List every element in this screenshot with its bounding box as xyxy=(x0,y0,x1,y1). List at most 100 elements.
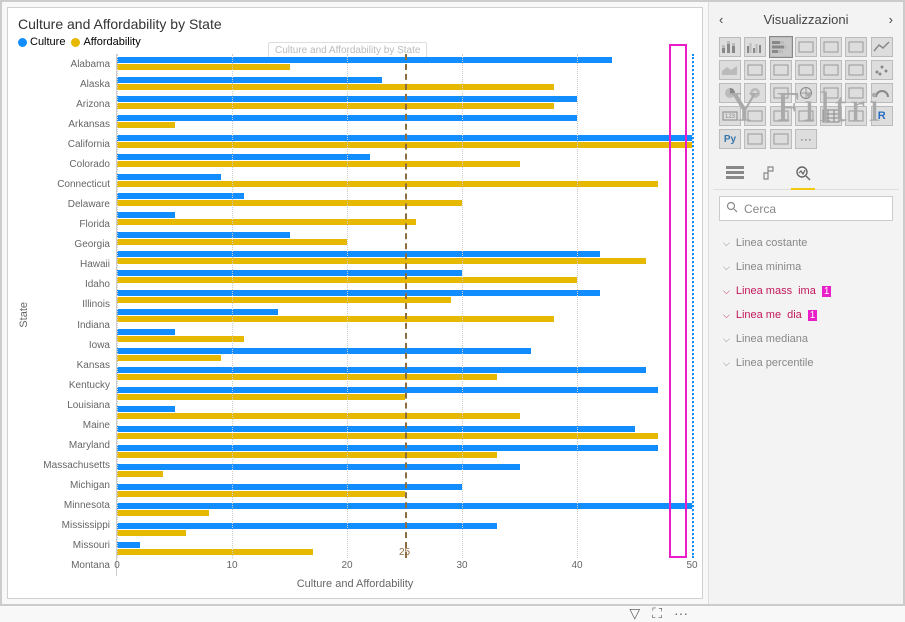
viz-treemap-icon[interactable] xyxy=(770,83,792,103)
viz-clustered-100-icon[interactable] xyxy=(845,37,867,57)
viz-kpi-icon[interactable] xyxy=(770,106,792,126)
viz-map-icon[interactable] xyxy=(795,83,817,103)
viz-gauge-icon[interactable] xyxy=(871,83,893,103)
bar[interactable] xyxy=(117,161,520,167)
bar[interactable] xyxy=(117,316,554,322)
accordion-item[interactable]: ⌵Linea mediana xyxy=(713,327,899,351)
viz-donut-icon[interactable] xyxy=(744,83,766,103)
viz-decomposition-icon[interactable] xyxy=(770,129,792,149)
bar[interactable] xyxy=(117,471,163,477)
bar[interactable] xyxy=(117,122,175,128)
viz-clustered-bar-icon[interactable] xyxy=(744,37,766,57)
collapse-icon[interactable]: ‹ xyxy=(719,12,723,27)
bar[interactable] xyxy=(117,200,462,206)
viz-stacked-bar-icon[interactable] xyxy=(719,37,741,57)
bar[interactable] xyxy=(117,219,416,225)
accordion-item[interactable]: ⌵Linea percentile xyxy=(713,351,899,375)
bar[interactable] xyxy=(117,452,497,458)
bar[interactable] xyxy=(117,549,313,555)
viz-multi-card-icon[interactable] xyxy=(744,106,766,126)
accordion-item[interactable]: ⌵Linea media1 xyxy=(713,303,899,327)
bar[interactable] xyxy=(117,103,554,109)
bar[interactable] xyxy=(117,426,635,432)
bar[interactable] xyxy=(117,64,290,70)
viz-ribbon-icon[interactable] xyxy=(820,60,842,80)
bar[interactable] xyxy=(117,348,531,354)
viz-stacked-100-icon[interactable] xyxy=(820,37,842,57)
bar[interactable] xyxy=(117,84,554,90)
category-label: Alabama xyxy=(34,54,116,74)
bar[interactable] xyxy=(117,542,140,548)
accordion-label: Linea me xyxy=(736,309,781,321)
bar[interactable] xyxy=(117,57,612,63)
chevron-down-icon: ⌵ xyxy=(723,310,730,321)
viz-filled-map-icon[interactable] xyxy=(820,83,842,103)
viz-card-icon[interactable]: 123 xyxy=(719,106,741,126)
bar[interactable] xyxy=(117,355,221,361)
bar[interactable] xyxy=(117,154,370,160)
analytics-tab[interactable] xyxy=(793,163,813,183)
more-icon[interactable]: ··· xyxy=(674,605,688,622)
bar[interactable] xyxy=(117,212,175,218)
bar[interactable] xyxy=(117,336,244,342)
bar[interactable] xyxy=(117,174,221,180)
category-label: Kansas xyxy=(34,355,116,375)
viz-more-icon[interactable]: ··· xyxy=(795,129,817,149)
bar[interactable] xyxy=(117,258,646,264)
viz-line-bar2-icon[interactable] xyxy=(795,60,817,80)
viz-r-visual-icon[interactable]: R xyxy=(871,106,893,126)
bar[interactable] xyxy=(117,193,244,199)
legend-item[interactable]: Affordability xyxy=(71,36,140,48)
bar[interactable] xyxy=(117,297,451,303)
bar[interactable] xyxy=(117,394,405,400)
bar[interactable] xyxy=(117,232,290,238)
viz-pie-icon[interactable] xyxy=(719,83,741,103)
viz-key-influencer-icon[interactable] xyxy=(744,129,766,149)
viz-stacked-bar-h-icon[interactable] xyxy=(770,37,792,57)
legend-swatch xyxy=(71,38,80,47)
bar[interactable] xyxy=(117,491,405,497)
bar[interactable] xyxy=(117,251,600,257)
viz-funnel-icon[interactable] xyxy=(845,83,867,103)
accordion-item[interactable]: ⌵Linea costante xyxy=(713,231,899,255)
accordion-item[interactable]: ⌵Linea massima1 xyxy=(713,279,899,303)
chart-visual[interactable]: Culture and Affordability by State Cultu… xyxy=(7,7,703,599)
expand-icon[interactable]: › xyxy=(889,12,893,27)
viz-area-icon[interactable] xyxy=(719,60,741,80)
focus-icon[interactable]: ⛶ xyxy=(652,605,662,622)
bar[interactable] xyxy=(117,309,278,315)
bar[interactable] xyxy=(117,367,646,373)
viz-clustered-bar-h-icon[interactable] xyxy=(795,37,817,57)
viz-table-icon[interactable] xyxy=(820,106,842,126)
bar[interactable] xyxy=(117,413,520,419)
bar[interactable] xyxy=(117,406,175,412)
bar[interactable] xyxy=(117,329,175,335)
legend-item[interactable]: Culture xyxy=(18,36,65,48)
search-input[interactable]: Cerca xyxy=(719,196,893,221)
viz-waterfall-icon[interactable] xyxy=(845,60,867,80)
bar[interactable] xyxy=(117,530,186,536)
chart-title: Culture and Affordability by State xyxy=(18,16,692,32)
viz-matrix-icon[interactable] xyxy=(845,106,867,126)
bar[interactable] xyxy=(117,77,382,83)
accordion-label: Linea costante xyxy=(736,237,808,249)
bar[interactable] xyxy=(117,484,462,490)
category-label: Delaware xyxy=(34,195,116,215)
viz-line-icon[interactable] xyxy=(871,37,893,57)
bar[interactable] xyxy=(117,510,209,516)
viz-stacked-area-icon[interactable] xyxy=(744,60,766,80)
bar[interactable] xyxy=(117,464,520,470)
viz-line-bar-icon[interactable] xyxy=(770,60,792,80)
format-tab[interactable] xyxy=(759,163,779,183)
bar[interactable] xyxy=(117,270,462,276)
bar[interactable] xyxy=(117,290,600,296)
viz-py-visual-icon[interactable]: Py xyxy=(719,129,741,149)
filter-icon[interactable]: ▽ xyxy=(629,605,640,622)
accordion-item[interactable]: ⌵Linea minima xyxy=(713,255,899,279)
bar[interactable] xyxy=(117,374,497,380)
x-tick: 50 xyxy=(686,560,697,571)
bar[interactable] xyxy=(117,523,497,529)
viz-slicer-icon[interactable] xyxy=(795,106,817,126)
viz-scatter-icon[interactable] xyxy=(871,60,893,80)
fields-tab[interactable] xyxy=(725,163,745,183)
